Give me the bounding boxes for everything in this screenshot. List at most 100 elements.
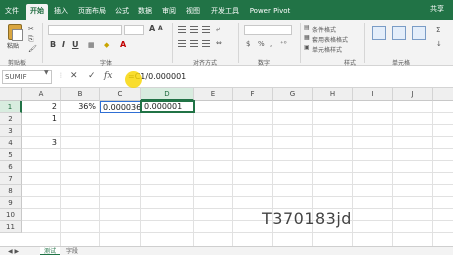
- align-center-icon[interactable]: [190, 40, 198, 47]
- cell-a4[interactable]: 3: [22, 137, 60, 149]
- tab-data[interactable]: 数据: [137, 4, 153, 18]
- column-header-i[interactable]: I: [353, 88, 393, 101]
- row-header-9[interactable]: 9: [0, 197, 22, 209]
- row-header-8[interactable]: 8: [0, 185, 22, 197]
- row-header-10[interactable]: 10: [0, 209, 22, 221]
- format-cells-icon[interactable]: [412, 26, 426, 40]
- cancel-icon[interactable]: ✕: [70, 71, 78, 81]
- fill-color-icon[interactable]: ◆: [104, 41, 109, 49]
- row-header-5[interactable]: 5: [0, 149, 22, 161]
- row-header-11[interactable]: 11: [0, 221, 22, 233]
- align-middle-icon[interactable]: [190, 26, 198, 33]
- column-header-g[interactable]: G: [273, 88, 313, 101]
- fill-down-icon[interactable]: ↓: [436, 40, 442, 48]
- formula-input[interactable]: =C1/0.000001: [128, 70, 450, 84]
- column-header-j[interactable]: J: [393, 88, 433, 101]
- tab-view[interactable]: 视图: [185, 4, 201, 18]
- tab-review[interactable]: 审阅: [161, 4, 177, 18]
- conditional-format-icon[interactable]: ▤: [304, 24, 310, 31]
- select-all-corner[interactable]: [0, 88, 22, 101]
- cursor-highlight: [125, 71, 142, 88]
- share-button[interactable]: 共享: [430, 4, 444, 14]
- gridline: [432, 101, 433, 246]
- copy-icon[interactable]: ⎘: [28, 35, 34, 44]
- cell-c1[interactable]: 0.000036: [100, 101, 141, 113]
- border-icon[interactable]: ▦: [88, 41, 95, 49]
- gridline: [193, 101, 194, 246]
- cell-b1[interactable]: 36%: [61, 101, 99, 113]
- gridline: [392, 101, 393, 246]
- row-header-7[interactable]: 7: [0, 173, 22, 185]
- tab-home[interactable]: 开始: [26, 4, 48, 20]
- increase-font-icon[interactable]: A: [149, 24, 155, 33]
- delete-cells-icon[interactable]: [392, 26, 406, 40]
- merge-center-icon[interactable]: ⇔: [216, 39, 222, 47]
- comma-style-icon[interactable]: ,: [270, 40, 272, 48]
- number-format-dropdown[interactable]: [244, 25, 292, 35]
- decrease-font-icon[interactable]: A: [158, 25, 163, 32]
- gridline: [22, 160, 453, 161]
- align-bottom-icon[interactable]: [202, 26, 210, 33]
- format-table-icon[interactable]: ▦: [304, 34, 310, 41]
- worksheet-grid[interactable]: A B C D E F G H I J 1 2 3 4 5 6 7 8 9 10…: [0, 88, 453, 246]
- insert-function-icon[interactable]: fx: [104, 71, 112, 81]
- format-as-table-button[interactable]: 套用表格格式: [312, 35, 348, 44]
- font-family-dropdown[interactable]: [48, 25, 122, 35]
- underline-icon[interactable]: U: [72, 40, 79, 49]
- row-header-1[interactable]: 1: [0, 101, 22, 113]
- tab-insert[interactable]: 插入: [53, 4, 69, 18]
- paste-icon[interactable]: [8, 24, 23, 41]
- currency-icon[interactable]: $: [246, 40, 250, 48]
- tab-power-pivot[interactable]: Power Pivot: [249, 4, 291, 18]
- sheet-nav-icon[interactable]: ◀ ▶: [4, 247, 23, 255]
- gridline: [22, 232, 453, 233]
- font-color-icon[interactable]: A: [120, 40, 126, 49]
- gridline: [22, 184, 453, 185]
- autosum-icon[interactable]: Σ: [436, 26, 440, 34]
- conditional-format-button[interactable]: 条件格式: [312, 25, 336, 34]
- font-size-dropdown[interactable]: [124, 25, 144, 35]
- cell-styles-icon[interactable]: ▣: [304, 44, 310, 51]
- column-header-e[interactable]: E: [194, 88, 233, 101]
- chevron-down-icon[interactable]: ▼: [44, 69, 49, 76]
- cell-styles-button[interactable]: 单元格样式: [312, 45, 342, 54]
- tab-developer[interactable]: 开发工具: [209, 4, 241, 18]
- align-top-icon[interactable]: [178, 26, 186, 33]
- enter-icon[interactable]: ✓: [88, 71, 96, 81]
- tab-formulas[interactable]: 公式: [114, 4, 130, 18]
- column-header-h[interactable]: H: [313, 88, 353, 101]
- column-header-b[interactable]: B: [61, 88, 100, 101]
- name-box-value: SUMIF: [5, 73, 27, 81]
- format-painter-icon[interactable]: 🖌: [28, 45, 37, 53]
- gridline: [22, 196, 453, 197]
- divider: [300, 23, 301, 63]
- bold-icon[interactable]: B: [50, 40, 56, 49]
- decimal-icon[interactable]: ⁺⁰: [280, 40, 287, 48]
- cell-d1[interactable]: 0.000001: [140, 100, 195, 113]
- align-right-icon[interactable]: [202, 40, 210, 47]
- sheet-tab-2[interactable]: 字段: [62, 247, 82, 255]
- column-header-k[interactable]: [433, 88, 453, 101]
- cell-a1[interactable]: 2: [22, 101, 60, 113]
- row-header-3[interactable]: 3: [0, 125, 22, 137]
- percent-icon[interactable]: %: [258, 40, 265, 48]
- row-header-2[interactable]: 2: [0, 113, 22, 125]
- gridline: [22, 208, 453, 209]
- divider: [238, 23, 239, 63]
- column-header-c[interactable]: C: [100, 88, 141, 101]
- cut-icon[interactable]: ✂: [28, 25, 34, 33]
- gridline: [99, 101, 100, 246]
- tab-page-layout[interactable]: 页面布局: [76, 4, 108, 18]
- cell-a2[interactable]: 1: [22, 113, 60, 125]
- wrap-text-icon[interactable]: ⤶: [216, 25, 220, 34]
- italic-icon[interactable]: I: [62, 40, 65, 49]
- gridline: [60, 101, 61, 246]
- sheet-tab-1[interactable]: 测试: [40, 247, 61, 255]
- column-header-f[interactable]: F: [233, 88, 273, 101]
- row-header-6[interactable]: 6: [0, 161, 22, 173]
- tab-file[interactable]: 文件: [4, 4, 20, 18]
- insert-cells-icon[interactable]: [372, 26, 386, 40]
- row-header-4[interactable]: 4: [0, 137, 22, 149]
- align-left-icon[interactable]: [178, 40, 186, 47]
- column-header-a[interactable]: A: [22, 88, 61, 101]
